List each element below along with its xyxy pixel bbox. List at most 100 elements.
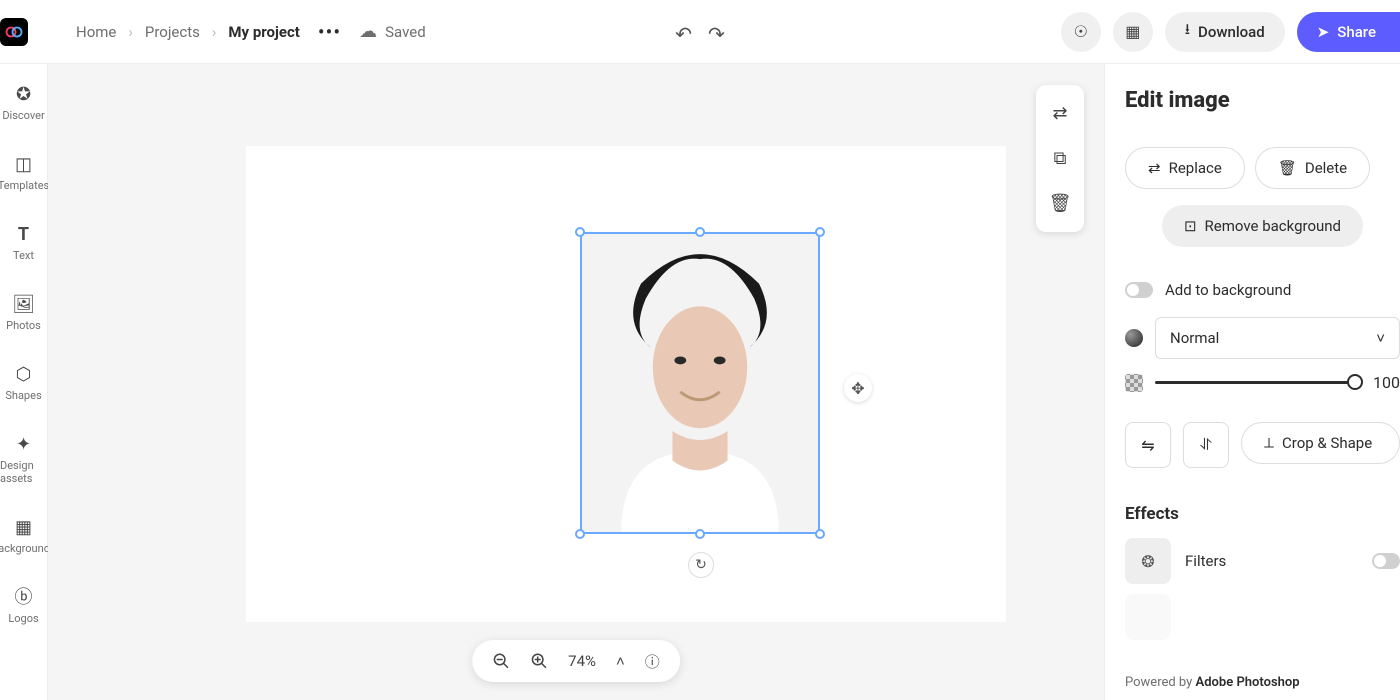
creative-cloud-icon: [5, 23, 23, 41]
sidebar-item-label: Templates: [0, 179, 49, 192]
add-to-background-toggle[interactable]: [1125, 282, 1153, 298]
opacity-value: 100: [1373, 373, 1400, 392]
crop-icon: ⟂: [1264, 434, 1274, 452]
flip-vertical-button[interactable]: ⥯: [1183, 422, 1229, 468]
sidebar-item-discover[interactable]: ✪ Discover: [2, 86, 44, 122]
templates-icon: ◫: [15, 156, 32, 174]
sidebar-item-logos[interactable]: ⓑ Logos: [8, 589, 38, 625]
breadcrumb-current: My project: [228, 23, 299, 41]
sidebar-item-label: Discover: [2, 109, 44, 122]
duplicate-button[interactable]: ⧉: [1054, 148, 1067, 169]
download-button[interactable]: ⭳ Download: [1165, 12, 1285, 52]
app-logo[interactable]: [0, 18, 28, 46]
resize-handle-tr[interactable]: [815, 227, 825, 237]
resize-handle-bm[interactable]: [695, 529, 705, 539]
filters-icon: ❂: [1125, 538, 1171, 584]
send-icon: ➤: [1317, 23, 1330, 41]
delete-image-button[interactable]: 🗑 Delete: [1255, 147, 1370, 189]
sidebar-item-label: Text: [13, 249, 34, 262]
left-sidebar: ✪ Discover ◫ Templates T Text 🖼 Photos ⬡…: [0, 64, 48, 700]
resize-handle-tm[interactable]: [695, 227, 705, 237]
swap-button[interactable]: ⇄: [1052, 103, 1067, 124]
canvas-area[interactable]: ↻ ✥ 74% ˄ ⓘ: [48, 64, 1104, 700]
filters-toggle[interactable]: [1372, 553, 1400, 569]
info-button[interactable]: ⓘ: [645, 651, 660, 672]
text-icon: T: [18, 226, 29, 244]
zoom-bar: 74% ˄ ⓘ: [472, 640, 680, 682]
breadcrumb-home[interactable]: Home: [76, 23, 116, 41]
replace-label: Replace: [1169, 159, 1222, 177]
remove-background-button[interactable]: ⊡ Remove background: [1162, 205, 1363, 247]
canvas-mini-toolbar: ⇄ ⧉ 🗑: [1036, 85, 1084, 232]
cloud-icon: ☁: [359, 21, 377, 42]
download-label: Download: [1198, 23, 1265, 41]
compass-icon: ✪: [16, 86, 31, 104]
add-to-bg-label: Add to background: [1165, 281, 1291, 299]
zoom-menu-button[interactable]: ˄: [616, 652, 625, 670]
assets-icon: ✦: [16, 436, 31, 454]
opacity-slider-knob[interactable]: [1347, 374, 1363, 390]
zoom-value: 74%: [568, 652, 596, 670]
delete-button[interactable]: 🗑: [1049, 193, 1072, 214]
effect-icon: [1125, 594, 1171, 640]
add-element-button[interactable]: ✥: [844, 374, 872, 402]
crop-shape-button[interactable]: ⟂ Crop & Shape: [1241, 422, 1400, 464]
calendar-icon: ▦: [1125, 22, 1140, 41]
lightbulb-icon: ☉: [1074, 22, 1088, 41]
selected-image[interactable]: [580, 232, 820, 534]
sidebar-item-templates[interactable]: ◫ Templates: [0, 156, 49, 192]
panel-title: Edit image: [1125, 88, 1400, 113]
portrait-placeholder-icon: [582, 234, 818, 532]
resize-handle-tl[interactable]: [575, 227, 585, 237]
top-bar: Home › Projects › My project ••• ☁ Saved…: [0, 0, 1400, 64]
sidebar-item-text[interactable]: T Text: [13, 226, 34, 262]
image-icon: 🖼: [12, 296, 35, 314]
opacity-slider[interactable]: [1155, 381, 1361, 384]
redo-button[interactable]: ↷: [708, 22, 725, 46]
resize-handle-br[interactable]: [815, 529, 825, 539]
tips-button[interactable]: ☉: [1061, 12, 1101, 52]
top-right-actions: ☉ ▦ ⭳ Download ➤ Share: [1061, 12, 1400, 52]
replace-button[interactable]: ⇄ Replace: [1125, 147, 1245, 189]
save-status: ☁ Saved: [359, 21, 426, 42]
flip-v-icon: ⥯: [1200, 435, 1212, 455]
undo-button[interactable]: ↶: [675, 22, 692, 46]
more-menu-button[interactable]: •••: [318, 20, 341, 44]
rotate-handle[interactable]: ↻: [688, 552, 714, 578]
zoom-out-icon: [492, 652, 510, 670]
grid-icon: ▦: [15, 519, 32, 537]
sidebar-item-design-assets[interactable]: ✦ Design assets: [0, 436, 47, 485]
share-button[interactable]: ➤ Share: [1297, 12, 1400, 52]
calendar-button[interactable]: ▦: [1113, 12, 1153, 52]
swap-icon: ⇄: [1148, 159, 1161, 177]
effect-row-placeholder[interactable]: [1125, 594, 1400, 640]
zoom-in-button[interactable]: [530, 652, 548, 670]
sidebar-item-label: Design assets: [0, 459, 47, 485]
filters-row[interactable]: ❂ Filters: [1125, 538, 1400, 584]
footer-brand: Adobe Photoshop: [1196, 675, 1300, 690]
chevron-right-icon: ›: [128, 23, 133, 41]
remove-bg-icon: ⊡: [1184, 217, 1197, 235]
remove-bg-label: Remove background: [1205, 217, 1341, 235]
blend-mode-value: Normal: [1170, 329, 1219, 347]
chevron-down-icon: ˅: [1376, 329, 1385, 347]
resize-handle-bl[interactable]: [575, 529, 585, 539]
share-label: Share: [1337, 23, 1376, 41]
sidebar-item-photos[interactable]: 🖼 Photos: [6, 296, 41, 332]
flip-horizontal-button[interactable]: ⇋: [1125, 422, 1171, 468]
sidebar-item-label: Shapes: [5, 389, 41, 402]
blend-mode-select[interactable]: Normal ˅: [1155, 317, 1400, 359]
right-panel: Edit image ⇄ Replace 🗑 Delete ⊡ Remove b…: [1104, 64, 1400, 700]
breadcrumb: Home › Projects › My project: [76, 23, 300, 41]
opacity-icon: [1125, 374, 1143, 392]
zoom-out-button[interactable]: [492, 652, 510, 670]
save-status-label: Saved: [385, 23, 426, 41]
shapes-icon: ⬡: [16, 366, 32, 384]
breadcrumb-projects[interactable]: Projects: [145, 23, 200, 41]
flip-h-icon: ⇋: [1141, 436, 1154, 455]
sidebar-item-label: Photos: [6, 319, 41, 332]
crop-label: Crop & Shape: [1282, 434, 1372, 452]
download-icon: ⭳: [1185, 19, 1190, 44]
chevron-right-icon: ›: [212, 23, 217, 41]
sidebar-item-shapes[interactable]: ⬡ Shapes: [5, 366, 41, 402]
